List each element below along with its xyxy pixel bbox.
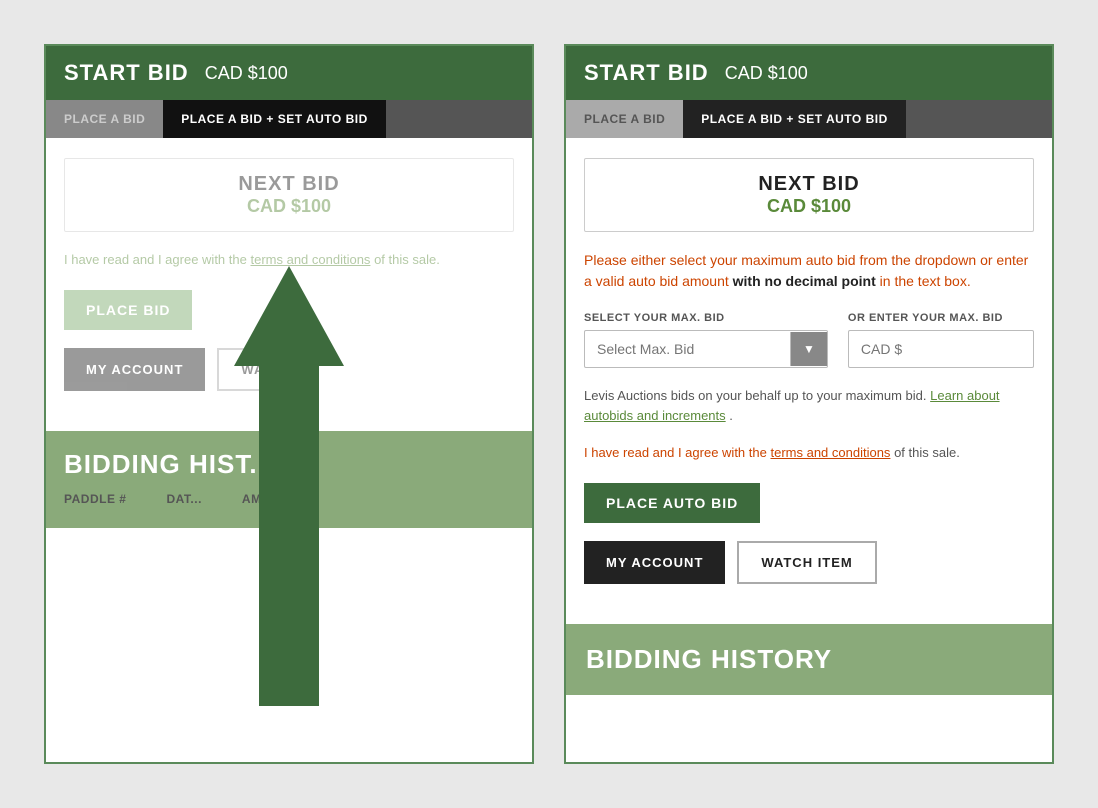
right-action-buttons: MY ACCOUNT WATCH ITEM: [584, 541, 1034, 584]
enter-group: OR ENTER YOUR MAX. BID: [848, 312, 1034, 368]
right-panel: START BID CAD $100 PLACE A BID PLACE A B…: [564, 44, 1054, 764]
left-next-bid-amount: CAD $100: [79, 196, 499, 217]
right-tab-auto-bid[interactable]: PLACE A BID + SET AUTO BID: [683, 100, 905, 138]
right-instructions: Please either select your maximum auto b…: [584, 250, 1034, 292]
left-place-bid-button[interactable]: PLACE BID: [64, 290, 192, 330]
right-watch-button[interactable]: WATCH ITEM: [737, 541, 876, 584]
select-max-bid-input[interactable]: [585, 331, 790, 367]
right-start-bid-header: START BID CAD $100: [566, 46, 1052, 100]
date-label: DAT...: [166, 492, 201, 506]
enter-label: OR ENTER YOUR MAX. BID: [848, 312, 1034, 324]
right-next-bid-amount: CAD $100: [599, 196, 1019, 217]
left-tab-auto-bid[interactable]: PLACE A BID + SET AUTO BID: [163, 100, 385, 138]
left-tab-place-bid[interactable]: PLACE A BID: [46, 100, 163, 138]
left-tabs-row: PLACE A BID PLACE A BID + SET AUTO BID: [46, 100, 532, 138]
right-start-bid-amount: CAD $100: [725, 63, 808, 84]
left-start-bid-label: START BID: [64, 60, 189, 86]
right-tab-place-bid[interactable]: PLACE A BID: [566, 100, 683, 138]
right-next-bid-box: NEXT BID CAD $100: [584, 158, 1034, 232]
amount-label: AMOUNT: [242, 492, 298, 506]
right-next-bid-title: NEXT BID: [599, 173, 1019, 196]
paddle-label: PADDLE #: [64, 492, 126, 506]
left-start-bid-amount: CAD $100: [205, 63, 288, 84]
auto-bid-info-text: Levis Auctions bids on your behalf up to…: [584, 386, 1034, 425]
left-terms-link[interactable]: terms and conditions: [250, 252, 370, 267]
right-panel-content: NEXT BID CAD $100 Please either select y…: [566, 138, 1052, 624]
select-wrapper: ▼: [584, 330, 828, 368]
left-terms-text: I have read and I agree with the terms a…: [64, 250, 514, 270]
right-terms-link[interactable]: terms and conditions: [770, 445, 890, 460]
left-bidding-history: BIDDING HIST... PADDLE # DAT... AMOUNT: [46, 431, 532, 528]
instructions-bold: with no decimal point: [733, 273, 876, 289]
left-panel: START BID CAD $100 PLACE A BID PLACE A B…: [44, 44, 534, 764]
right-my-account-button[interactable]: MY ACCOUNT: [584, 541, 725, 584]
max-bid-text-input[interactable]: [848, 330, 1034, 368]
select-dropdown-arrow[interactable]: ▼: [790, 332, 827, 366]
right-form-row: SELECT YOUR MAX. BID ▼ OR ENTER YOUR MAX…: [584, 312, 1034, 368]
left-bidding-history-title: BIDDING HIST...: [64, 449, 514, 480]
left-start-bid-header: START BID CAD $100: [46, 46, 532, 100]
right-start-bid-label: START BID: [584, 60, 709, 86]
right-place-auto-bid-button[interactable]: PLACE AUTO BID: [584, 483, 760, 523]
left-next-bid-box: NEXT BID CAD $100: [64, 158, 514, 232]
right-bidding-history-title: BIDDING HISTORY: [586, 644, 1032, 675]
select-group: SELECT YOUR MAX. BID ▼: [584, 312, 828, 368]
right-tabs-row: PLACE A BID PLACE A BID + SET AUTO BID: [566, 100, 1052, 138]
left-panel-content: NEXT BID CAD $100 I have read and I agre…: [46, 138, 532, 431]
instructions-part2: in the text box.: [880, 273, 971, 289]
right-bidding-history: BIDDING HISTORY: [566, 624, 1052, 695]
left-history-labels: PADDLE # DAT... AMOUNT: [64, 480, 514, 510]
left-action-buttons: MY ACCOUNT WAT...: [64, 348, 514, 391]
right-terms-text: I have read and I agree with the terms a…: [584, 443, 1034, 463]
select-label: SELECT YOUR MAX. BID: [584, 312, 828, 324]
left-next-bid-title: NEXT BID: [79, 173, 499, 196]
left-my-account-button[interactable]: MY ACCOUNT: [64, 348, 205, 391]
left-watch-button[interactable]: WAT...: [217, 348, 308, 391]
